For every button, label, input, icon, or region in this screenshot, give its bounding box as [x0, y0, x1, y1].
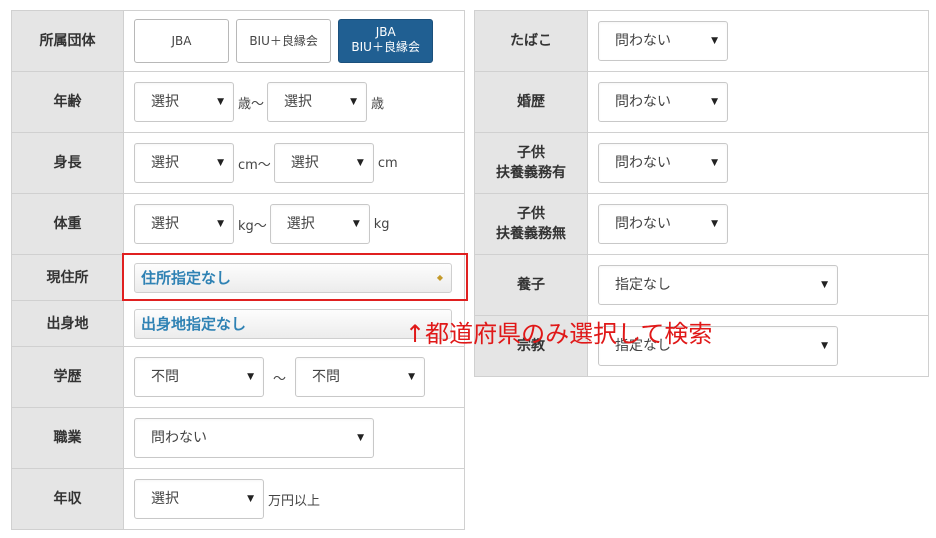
- tobacco-row: たばこ 問わない ▼: [474, 10, 929, 72]
- annotation-text: ↑都道府県のみ選択して検索: [405, 320, 713, 348]
- income-label: 年収: [11, 468, 124, 530]
- age-label: 年齢: [11, 71, 124, 133]
- age-row: 年齢 選択 ▼ 歳〜 選択 ▼ 歳: [11, 71, 465, 133]
- caret-down-icon: ▼: [357, 433, 364, 443]
- education-row: 学歴 不問 ▼ 〜不問 ▼: [11, 346, 465, 408]
- jba-biu-ryoenkai-button[interactable]: JBA BIU＋良縁会: [338, 19, 434, 63]
- occupation-select[interactable]: 問わない ▼: [134, 418, 374, 458]
- weight-to-select[interactable]: 選択 ▼: [269, 204, 370, 244]
- height-unit: cm: [377, 155, 398, 171]
- occupation-label: 職業: [11, 407, 124, 469]
- biu-ryoenkai-button[interactable]: BIU＋良縁会: [236, 19, 332, 63]
- jba-button[interactable]: JBA: [134, 19, 229, 63]
- age-unit: 歳: [371, 96, 385, 112]
- caret-down-icon: ▼: [711, 97, 718, 107]
- caret-down-icon: ▼: [217, 219, 224, 229]
- marriage-label: 婚歴: [474, 71, 588, 133]
- education-to-select[interactable]: 不問 ▼: [295, 357, 426, 397]
- residence-label: 現住所: [11, 254, 124, 301]
- age-to-select[interactable]: 選択 ▼: [267, 82, 368, 122]
- marriage-select[interactable]: 問わない ▼: [598, 82, 728, 122]
- income-row: 年収 選択 ▼ 万円以上: [11, 468, 465, 530]
- height-separator: cm〜: [238, 157, 271, 173]
- children-nosupport-select[interactable]: 問わない ▼: [598, 204, 728, 244]
- children-support-label: 子供 扶養義務有: [474, 132, 588, 194]
- caret-down-icon: ▼: [352, 219, 360, 229]
- residence-highlight-box: [122, 253, 468, 301]
- tobacco-label: たばこ: [474, 10, 588, 72]
- birthplace-row: 出身地 出身地指定なし: [11, 300, 465, 347]
- height-to-select[interactable]: 選択 ▼: [273, 143, 374, 183]
- education-separator: 〜: [273, 371, 287, 387]
- children-support-select[interactable]: 問わない ▼: [598, 143, 728, 183]
- caret-down-icon: ▼: [821, 280, 828, 290]
- income-unit: 万円以上: [268, 493, 321, 509]
- affiliation-row: 所属団体 JBA BIU＋良縁会 JBA BIU＋良縁会: [11, 10, 465, 72]
- adoption-row: 養子 指定なし ▼: [474, 254, 929, 316]
- caret-down-icon: ▼: [217, 97, 224, 107]
- adoption-select[interactable]: 指定なし ▼: [598, 265, 838, 305]
- caret-down-icon: ▼: [350, 97, 358, 107]
- weight-separator: kg〜: [238, 218, 267, 234]
- caret-down-icon: ▼: [711, 36, 718, 46]
- age-from-select[interactable]: 選択 ▼: [134, 82, 234, 122]
- education-from-select[interactable]: 不問 ▼: [134, 357, 264, 397]
- caret-down-icon: ▼: [408, 372, 416, 382]
- height-from-select[interactable]: 選択 ▼: [134, 143, 234, 183]
- caret-down-icon: ▼: [711, 219, 718, 229]
- weight-unit: kg: [373, 216, 390, 232]
- caret-down-icon: ▼: [356, 158, 364, 168]
- weight-row: 体重 選択 ▼ kg〜 選択 ▼ kg: [11, 193, 465, 255]
- income-select[interactable]: 選択 ▼: [134, 479, 264, 519]
- children-nosupport-label: 子供 扶養義務無: [474, 193, 588, 255]
- age-separator: 歳〜: [238, 96, 265, 112]
- occupation-row: 職業 問わない ▼: [11, 407, 465, 469]
- weight-from-select[interactable]: 選択 ▼: [134, 204, 234, 244]
- education-label: 学歴: [11, 346, 124, 408]
- caret-down-icon: ▼: [247, 494, 254, 504]
- children-support-row: 子供 扶養義務有 問わない ▼: [474, 132, 929, 194]
- children-nosupport-row: 子供 扶養義務無 問わない ▼: [474, 193, 929, 255]
- affiliation-label: 所属団体: [11, 10, 124, 72]
- marriage-row: 婚歴 問わない ▼: [474, 71, 929, 133]
- caret-down-icon: ▼: [217, 158, 224, 168]
- tobacco-select[interactable]: 問わない ▼: [598, 21, 728, 61]
- adoption-label: 養子: [474, 254, 588, 316]
- height-row: 身長 選択 ▼ cm〜 選択 ▼ cm: [11, 132, 465, 194]
- caret-down-icon: ▼: [247, 372, 254, 382]
- caret-down-icon: ▼: [821, 341, 828, 351]
- birthplace-label: 出身地: [11, 300, 124, 347]
- height-label: 身長: [11, 132, 124, 194]
- caret-down-icon: ▼: [711, 158, 718, 168]
- weight-label: 体重: [11, 193, 124, 255]
